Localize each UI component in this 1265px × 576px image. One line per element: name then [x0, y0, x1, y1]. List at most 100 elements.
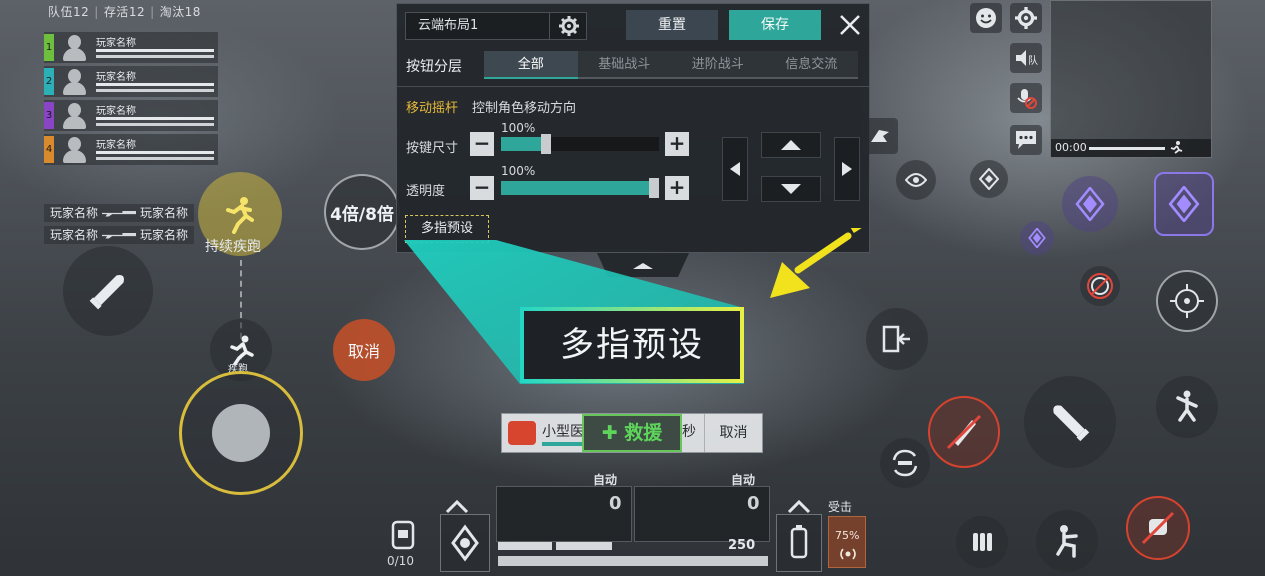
auto-aim-button[interactable] — [1080, 266, 1120, 306]
smile-icon — [976, 8, 996, 28]
consumable-slot[interactable] — [776, 514, 822, 572]
melee-button[interactable] — [928, 396, 1000, 468]
battery-percent: 75% — [835, 529, 860, 542]
teammate-row: 3 玩家名称 — [44, 100, 218, 131]
weapon-slot-1[interactable]: 自动 0 — [496, 473, 632, 542]
avatar-icon — [60, 67, 88, 96]
teammate-row: 1 玩家名称 — [44, 32, 218, 63]
health-bar — [96, 117, 214, 120]
quick-chat-button[interactable] — [1010, 125, 1042, 155]
fire-button-right[interactable] — [1024, 376, 1116, 468]
opacity-slider[interactable] — [501, 178, 659, 198]
opacity-decrease-button[interactable]: − — [470, 176, 494, 200]
size-percent: 100% — [501, 121, 536, 135]
killfeed-item: 玩家名称 玩家名称 — [44, 226, 195, 244]
save-button[interactable]: 保存 — [729, 10, 821, 40]
close-button[interactable] — [835, 10, 865, 40]
cancel-healing-button[interactable]: 取消 — [704, 414, 762, 452]
jump-button[interactable] — [1156, 376, 1218, 438]
skill-small-button[interactable] — [1020, 221, 1054, 255]
move-right-button[interactable] — [834, 137, 860, 201]
armor-segment — [556, 542, 612, 550]
teammate-row: 4 玩家名称 — [44, 134, 218, 165]
scope-toggle-button[interactable]: 4倍/8倍 — [324, 174, 400, 250]
move-down-button[interactable] — [761, 176, 821, 202]
mic-mute-button[interactable] — [1010, 83, 1042, 113]
joystick-knob[interactable] — [212, 404, 270, 462]
crystal-icon — [1075, 187, 1105, 221]
ammo-swap-button[interactable] — [956, 516, 1008, 568]
rifle-icon — [102, 210, 137, 217]
arrow-up-icon — [781, 140, 801, 150]
armor-segment — [498, 542, 552, 550]
match-stats: 队伍12 | 存活12 | 淘汰18 — [48, 5, 201, 19]
crystal-icon — [1168, 186, 1200, 222]
rescue-button[interactable]: ✚ 救援 — [582, 414, 682, 452]
size-decrease-button[interactable]: − — [470, 132, 494, 156]
victim-name: 玩家名称 — [140, 206, 189, 220]
move-up-button[interactable] — [761, 132, 821, 158]
teammate-name: 玩家名称 — [96, 106, 136, 117]
fire-button-left[interactable] — [63, 246, 153, 336]
medkit-icon — [508, 421, 536, 445]
exit-vehicle-button[interactable] — [866, 308, 928, 370]
tab-advanced-combat[interactable]: 进阶战斗 — [671, 51, 765, 79]
victim-name: 玩家名称 — [140, 228, 189, 242]
reserve-ammo-count: 250 — [728, 538, 756, 553]
button-layout-panel: 云端布局1 重置 保存 按钮分层 全部 基础战斗 进阶战斗 信息交流 移动摇杆 … — [396, 3, 870, 253]
free-look-button[interactable] — [896, 160, 936, 200]
emote-button[interactable] — [970, 3, 1002, 33]
peek-button[interactable] — [862, 118, 898, 154]
movement-joystick[interactable] — [179, 371, 303, 495]
chat-icon — [1016, 131, 1036, 149]
crouch-button[interactable] — [1036, 510, 1098, 572]
health-bar — [498, 556, 768, 566]
prone-button[interactable] — [1126, 496, 1190, 560]
tab-all[interactable]: 全部 — [484, 51, 578, 79]
mark-button[interactable] — [970, 160, 1008, 198]
skill-button[interactable] — [1062, 176, 1118, 232]
fire-mode-label: 自动 — [731, 473, 756, 487]
alive-count: 存活12 — [103, 5, 146, 19]
cancel-round-button[interactable]: 取消 — [333, 319, 395, 381]
reset-button[interactable]: 重置 — [626, 10, 718, 40]
healing-item-label: 小型医 — [542, 424, 584, 440]
gear-icon — [558, 16, 579, 36]
armor-bar — [96, 123, 214, 126]
settings-button[interactable] — [1010, 3, 1042, 33]
tab-basic-combat[interactable]: 基础战斗 — [577, 51, 671, 79]
teammate-number: 1 — [44, 34, 54, 61]
ammo-icon — [973, 533, 992, 551]
minimap[interactable]: 00:00 — [1050, 0, 1212, 158]
size-slider[interactable] — [501, 134, 659, 154]
throwable-slot[interactable] — [440, 514, 490, 572]
backpack-button[interactable] — [388, 516, 420, 552]
fire-mode-label: 自动 — [593, 473, 618, 487]
size-increase-button[interactable]: + — [665, 132, 689, 156]
grenade-count: 0/10 — [387, 554, 414, 568]
eliminated-count: 淘汰18 — [159, 5, 201, 19]
knife-disabled-icon — [946, 414, 982, 450]
size-slider-handle[interactable] — [541, 134, 551, 154]
size-slider-fill — [501, 137, 546, 151]
aim-down-sight-button[interactable] — [1156, 270, 1218, 332]
move-left-button[interactable] — [722, 137, 748, 201]
armor-bar — [96, 157, 214, 160]
bullet-icon — [1053, 405, 1090, 442]
tab-communication[interactable]: 信息交流 — [764, 51, 858, 79]
weapon-slot-2[interactable]: 自动 0 — [634, 473, 770, 542]
sprint-label: 持续疾跑 — [205, 239, 261, 255]
team-voice-button[interactable]: 队 — [1010, 43, 1042, 73]
opacity-increase-button[interactable]: + — [665, 176, 689, 200]
hand-icon — [871, 130, 889, 142]
avatar-icon — [60, 101, 88, 130]
svg-text:队: 队 — [1028, 54, 1038, 67]
layout-settings-button[interactable] — [549, 12, 587, 40]
ultimate-skill-button[interactable] — [1154, 172, 1214, 236]
killer-name: 玩家名称 — [50, 228, 99, 242]
teammate-name: 玩家名称 — [96, 140, 136, 151]
avatar-icon — [60, 33, 88, 62]
scope-label: 4倍/8倍 — [330, 204, 394, 225]
opacity-slider-handle[interactable] — [649, 178, 659, 198]
switch-weapon-button[interactable] — [880, 438, 930, 488]
